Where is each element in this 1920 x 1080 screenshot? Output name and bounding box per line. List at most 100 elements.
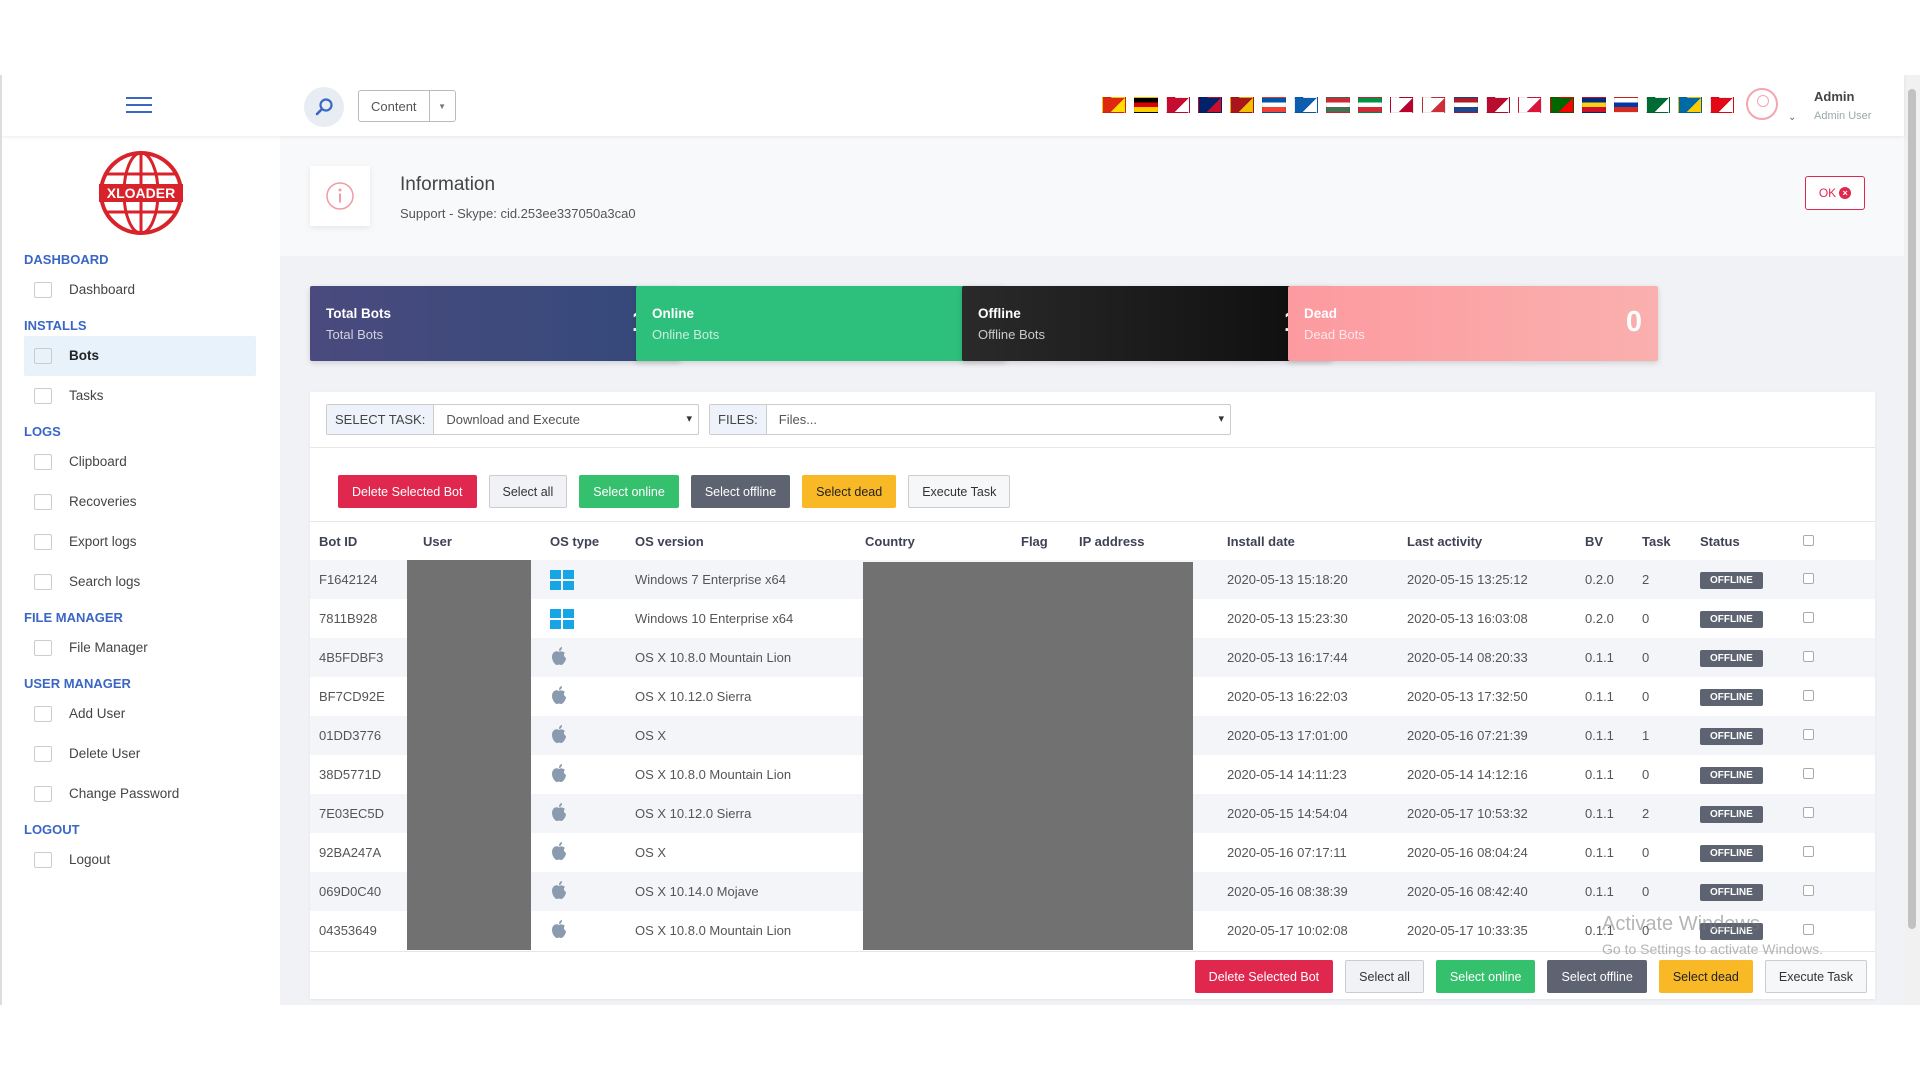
netherlands-flag[interactable] xyxy=(1454,97,1478,113)
sidebar-item-label: Add User xyxy=(69,706,126,721)
select-offline-button[interactable]: Select offline xyxy=(690,475,791,508)
user-name[interactable]: Admin xyxy=(1814,89,1854,104)
bot-id: 92BA247A xyxy=(319,845,382,860)
portugal-flag[interactable] xyxy=(1550,97,1574,113)
norway-flag[interactable] xyxy=(1486,97,1510,113)
chevron-down-icon[interactable]: ⌄ xyxy=(1788,112,1796,123)
turkey-flag[interactable] xyxy=(1710,97,1734,113)
select-dead-button[interactable]: Select dead xyxy=(802,475,897,508)
column-header[interactable]: Country xyxy=(856,522,1012,560)
tasks-icon xyxy=(34,388,52,404)
sidebar-item-dashboard[interactable]: Dashboard xyxy=(2,270,280,310)
content-dropdown[interactable]: Content ▼ xyxy=(358,90,456,122)
column-header[interactable]: OS type xyxy=(541,522,626,560)
greece-flag[interactable] xyxy=(1294,97,1318,113)
last-activity: 2020-05-16 07:21:39 xyxy=(1407,728,1528,743)
row-checkbox[interactable] xyxy=(1803,612,1814,623)
column-header[interactable]: Flag xyxy=(1012,522,1070,560)
row-checkbox[interactable] xyxy=(1803,768,1814,779)
row-checkbox[interactable] xyxy=(1803,573,1814,584)
sidebar-item-add-user[interactable]: Add User xyxy=(2,694,280,734)
row-checkbox[interactable] xyxy=(1803,651,1814,662)
bot-id: 38D5771D xyxy=(319,767,382,782)
apple-icon xyxy=(552,686,566,704)
execute-task-button[interactable]: Execute Task xyxy=(1764,960,1867,993)
select-all-button[interactable]: Select all xyxy=(1345,960,1424,993)
denmark-flag[interactable] xyxy=(1166,97,1190,113)
select-offline-button[interactable]: Select offline xyxy=(1547,960,1647,993)
column-header[interactable]: Task xyxy=(1633,522,1691,560)
os-version: OS X xyxy=(635,845,667,860)
sidebar-item-clipboard[interactable]: Clipboard xyxy=(2,442,280,482)
table-header-row: Bot ID User OS type OS version Country Flag IP… xyxy=(310,522,1875,560)
row-checkbox[interactable] xyxy=(1803,690,1814,701)
spain-flag[interactable] xyxy=(1230,97,1254,113)
sidebar-item-export-logs[interactable]: Export logs xyxy=(2,522,280,562)
row-checkbox[interactable] xyxy=(1803,885,1814,896)
select-online-button[interactable]: Select online xyxy=(1435,960,1536,993)
column-header[interactable]: BV xyxy=(1576,522,1633,560)
execute-task-button[interactable]: Execute Task xyxy=(908,475,1011,508)
row-checkbox[interactable] xyxy=(1803,846,1814,857)
sidebar-item-label: Tasks xyxy=(69,388,104,403)
russia-flag[interactable] xyxy=(1614,97,1638,113)
select-all-checkbox[interactable] xyxy=(1803,534,1814,546)
nav-section-title: INSTALLS xyxy=(24,318,87,333)
select-dead-button[interactable]: Select dead xyxy=(1658,960,1753,993)
sidebar-item-tasks[interactable]: Tasks xyxy=(2,376,280,416)
column-header[interactable]: Status xyxy=(1691,522,1794,560)
row-checkbox[interactable] xyxy=(1803,807,1814,818)
column-header[interactable]: Bot ID xyxy=(310,522,414,560)
italy-flag[interactable] xyxy=(1358,97,1382,113)
avatar[interactable] xyxy=(1746,88,1778,120)
sidebar-item-label: Bots xyxy=(69,348,99,363)
row-checkbox[interactable] xyxy=(1803,729,1814,740)
status-badge: OFFLINE xyxy=(1700,571,1763,589)
delete-selected-bot-button[interactable]: Delete Selected Bot xyxy=(1194,960,1334,993)
task-count: 2 xyxy=(1642,806,1650,821)
select-task-dropdown[interactable]: SELECT TASK: Download and Execute xyxy=(326,404,699,435)
japan-flag[interactable] xyxy=(1390,97,1414,113)
row-checkbox[interactable] xyxy=(1803,924,1814,935)
chevron-down-icon[interactable]: ▼ xyxy=(428,91,455,121)
uk-flag[interactable] xyxy=(1198,97,1222,113)
os-version: OS X 10.12.0 Sierra xyxy=(635,689,752,704)
sidebar-item-logout[interactable]: Logout xyxy=(2,840,280,880)
os-type-cell xyxy=(541,716,626,755)
bot-version: 0.1.1 xyxy=(1585,728,1614,743)
select-online-button[interactable]: Select online xyxy=(579,475,679,508)
search-button[interactable] xyxy=(304,87,344,127)
sidebar-item-change-password[interactable]: Change Password xyxy=(2,774,280,814)
windows-icon xyxy=(550,608,574,629)
column-header[interactable]: User xyxy=(414,522,541,560)
hungary-flag[interactable] xyxy=(1326,97,1350,113)
column-header[interactable]: IP address xyxy=(1070,522,1218,560)
romania-flag[interactable] xyxy=(1582,97,1606,113)
column-header[interactable]: Install date xyxy=(1218,522,1398,560)
delete-selected-bot-button[interactable]: Delete Selected Bot xyxy=(338,475,477,508)
saudi-flag[interactable] xyxy=(1646,97,1670,113)
france-flag[interactable] xyxy=(1262,97,1286,113)
sweden-flag[interactable] xyxy=(1678,97,1702,113)
info-title: Information xyxy=(400,174,496,195)
scrollbar-thumb[interactable] xyxy=(1908,89,1916,929)
column-header[interactable]: OS version xyxy=(626,522,856,560)
poland-flag[interactable] xyxy=(1518,97,1542,113)
menu-toggle-icon[interactable] xyxy=(126,97,152,113)
nav-section-title: USER MANAGER xyxy=(24,676,131,691)
sidebar-item-recoveries[interactable]: Recoveries xyxy=(2,482,280,522)
os-type-cell xyxy=(541,755,626,794)
korea-flag[interactable] xyxy=(1422,97,1446,113)
select-all-button[interactable]: Select all xyxy=(488,475,568,508)
sidebar-item-search-logs[interactable]: Search logs xyxy=(2,562,280,602)
page-scrollbar[interactable] xyxy=(1904,75,1920,1005)
sidebar-item-delete-user[interactable]: Delete User xyxy=(2,734,280,774)
ok-button[interactable]: OK × xyxy=(1805,176,1865,210)
sidebar: XLOADER DASHBOARD Dashboard INSTALLS Bots Ta… xyxy=(2,136,280,1005)
china-flag[interactable] xyxy=(1102,97,1126,113)
germany-flag[interactable] xyxy=(1134,97,1158,113)
sidebar-item-bots[interactable]: Bots xyxy=(24,336,256,376)
column-header[interactable]: Last activity xyxy=(1398,522,1576,560)
files-dropdown[interactable]: FILES: Files... xyxy=(709,404,1231,435)
sidebar-item-file-manager[interactable]: File Manager xyxy=(2,628,280,668)
